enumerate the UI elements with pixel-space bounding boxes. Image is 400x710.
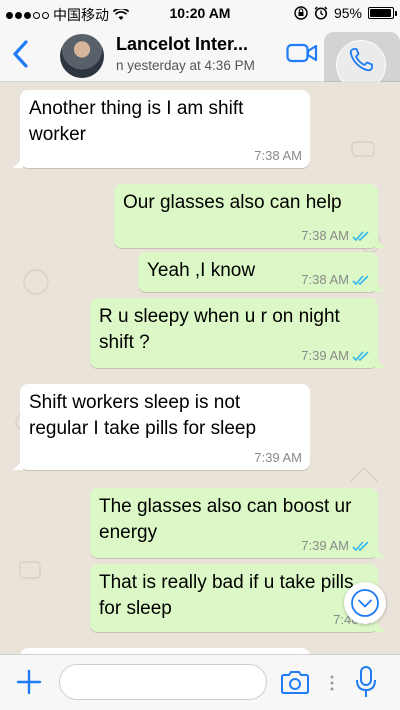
message-input[interactable] <box>59 664 267 700</box>
message-meta: 7:39 AM <box>301 349 370 363</box>
message-meta: 7:38 AM <box>301 273 370 287</box>
read-receipt-icon <box>352 275 369 286</box>
microphone-icon[interactable] <box>354 665 378 699</box>
message-meta: 7:39 AM <box>254 451 302 465</box>
message-time: 7:38 AM <box>254 148 302 163</box>
battery-fill <box>370 9 391 17</box>
message-time: 7:39 AM <box>254 450 302 465</box>
status-bar: 中国移动 10:20 AM 95% <box>0 0 400 26</box>
read-receipt-icon <box>352 541 369 552</box>
bubble-tail <box>13 158 23 168</box>
video-camera-icon[interactable] <box>286 40 318 66</box>
bubble-tail <box>375 238 385 248</box>
message-bubble-outgoing[interactable]: Yeah ,I know 7:38 AM <box>138 252 385 292</box>
chevron-down-circle-icon <box>351 589 379 617</box>
message-meta: 7:38 AM <box>301 229 370 243</box>
status-right: 95% <box>294 5 397 21</box>
chat-header: Lancelot Inter... n yesterday at 4:36 PM <box>0 26 400 98</box>
read-receipt-icon <box>352 351 369 362</box>
scroll-to-bottom-button[interactable] <box>344 582 386 624</box>
chevron-left-icon[interactable] <box>10 38 32 70</box>
more-dots-icon <box>330 675 334 691</box>
read-receipt-icon <box>352 231 369 242</box>
message-bubble-outgoing[interactable]: R u sleepy when u r on night shift ? 7:3… <box>90 298 385 368</box>
bubble-tail <box>375 282 385 292</box>
phone-icon <box>349 48 373 72</box>
bubble-tail <box>13 460 23 470</box>
message-text: Yeah ,I know <box>147 260 256 281</box>
message-text: Shift workers sleep is not regular I tak… <box>29 392 257 439</box>
contact-last-seen: n yesterday at 4:36 PM <box>116 58 255 73</box>
message-bubble-outgoing[interactable]: That is really bad if u take pills for s… <box>90 564 385 632</box>
message-text: Our glasses also can help <box>123 192 342 213</box>
message-input-bar <box>0 654 400 710</box>
message-bubble-outgoing[interactable]: Our glasses also can help 7:38 AM <box>114 184 385 248</box>
message-bubble-incoming[interactable]: Another thing is I am shift worker 7:38 … <box>13 90 310 168</box>
message-bubble-outgoing[interactable]: The glasses also can boost ur energy 7:3… <box>90 488 385 558</box>
battery-icon <box>368 7 397 19</box>
message-time: 7:39 AM <box>301 348 349 363</box>
message-time: 7:38 AM <box>301 228 349 243</box>
plus-icon[interactable] <box>16 669 42 695</box>
message-text: The glasses also can boost ur energy <box>99 496 352 543</box>
camera-icon[interactable] <box>280 669 310 695</box>
battery-percent: 95% <box>333 5 362 21</box>
message-meta: 7:39 AM <box>301 539 370 553</box>
message-text: That is really bad if u take pills for s… <box>99 572 354 619</box>
contact-avatar[interactable] <box>60 34 104 78</box>
bubble-tail <box>375 548 385 558</box>
message-time: 7:38 AM <box>301 272 349 287</box>
message-text: R u sleepy when u r on night shift ? <box>99 306 340 353</box>
alarm-icon <box>314 6 328 20</box>
message-text: Another thing is I am shift worker <box>29 98 244 145</box>
message-meta: 7:38 AM <box>254 149 302 163</box>
bubble-tail <box>375 358 385 368</box>
message-bubble-incoming[interactable]: Shift workers sleep is not regular I tak… <box>13 384 310 470</box>
chat-messages-area[interactable]: Another thing is I am shift worker 7:38 … <box>0 82 400 654</box>
orientation-lock-icon <box>294 6 308 20</box>
contact-name[interactable]: Lancelot Inter... <box>116 34 248 55</box>
message-time: 7:39 AM <box>301 538 349 553</box>
